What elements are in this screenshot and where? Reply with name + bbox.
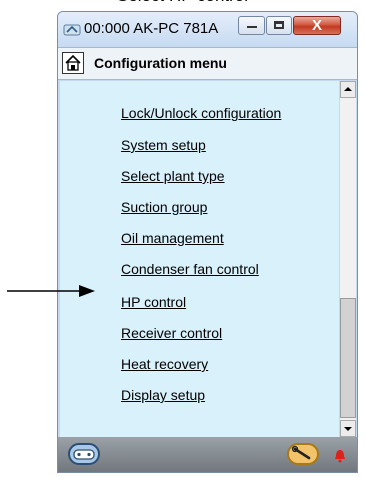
menu-item-oil-management[interactable]: Oil management [121, 230, 224, 246]
maximize-button[interactable] [266, 16, 292, 35]
menu-item-system-setup[interactable]: System setup [121, 137, 206, 153]
menu-item-lock-unlock-configuration[interactable]: Lock/Unlock configuration [121, 105, 281, 121]
menu-item-heat-recovery[interactable]: Heat recovery [121, 356, 208, 372]
arrow-right-icon [7, 282, 97, 300]
window-title: 00:000 AK-PC 781A [84, 20, 219, 37]
title-bar[interactable]: 00:000 AK-PC 781A X [58, 12, 357, 47]
scroll-thumb[interactable] [340, 298, 356, 418]
app-icon [63, 21, 81, 39]
menu-header: Configuration menu [58, 47, 357, 80]
status-footer [58, 437, 357, 472]
controller-button[interactable] [68, 443, 100, 465]
menu-list: Lock/Unlock configuration System setup S… [60, 81, 339, 437]
menu-item-hp-control[interactable]: HP control [121, 294, 186, 310]
menu-item-select-plant-type[interactable]: Select plant type [121, 168, 225, 184]
top-caption: Select HP control [0, 0, 365, 8]
vertical-scrollbar[interactable] [339, 81, 356, 437]
scroll-down-button[interactable] [340, 420, 356, 437]
minimize-button[interactable] [238, 16, 265, 35]
controller-icon [73, 449, 95, 460]
maximize-icon [274, 21, 284, 29]
arrow-up-icon [344, 87, 352, 91]
bell-icon[interactable] [333, 449, 347, 463]
minimize-icon [247, 26, 257, 28]
arrow-down-icon [344, 427, 352, 431]
menu-item-display-setup[interactable]: Display setup [121, 387, 205, 403]
menu-item-condenser-fan-control[interactable]: Condenser fan control [121, 261, 259, 277]
app-window: 00:000 AK-PC 781A X Configuration menu L… [57, 11, 358, 473]
wrench-icon [291, 445, 311, 460]
close-icon: X [311, 17, 322, 34]
scroll-up-button[interactable] [340, 81, 356, 98]
menu-item-suction-group[interactable]: Suction group [121, 199, 207, 215]
menu-item-receiver-control[interactable]: Receiver control [121, 325, 222, 341]
close-button[interactable]: X [293, 16, 341, 35]
page-title: Configuration menu [94, 55, 227, 71]
home-icon[interactable] [62, 52, 84, 74]
service-button[interactable] [287, 443, 319, 465]
